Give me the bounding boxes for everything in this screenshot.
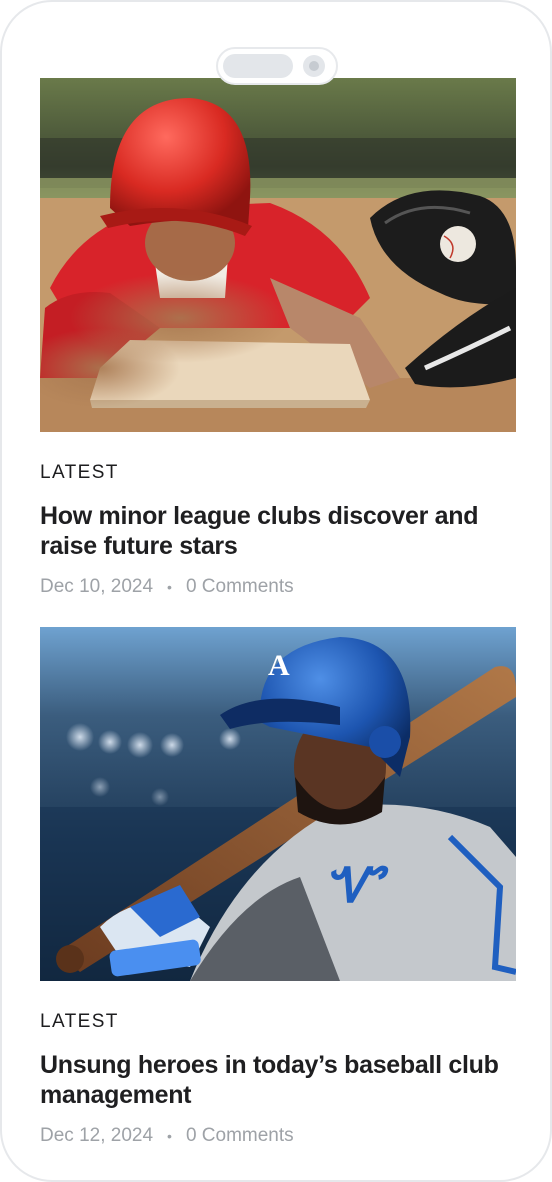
helmet-logo: A	[268, 649, 290, 682]
article-comments-link[interactable]: 0 Comments	[186, 576, 294, 598]
article-card[interactable]: Ꮙ A LATEST Unsung heroes in today’s base…	[40, 627, 516, 1148]
meta-separator: •	[167, 579, 172, 595]
article-meta: Dec 12, 2024 • 0 Comments	[40, 1124, 516, 1148]
dynamic-island	[216, 47, 338, 85]
meta-separator: •	[167, 1128, 172, 1144]
article-comments-link[interactable]: 0 Comments	[186, 1125, 294, 1147]
article-title[interactable]: Unsung heroes in today’s baseball club m…	[40, 1050, 510, 1110]
article-category: LATEST	[40, 462, 119, 483]
article-date: Dec 10, 2024	[40, 576, 154, 597]
camera-icon	[303, 55, 325, 77]
island-pill	[223, 54, 293, 78]
jersey-logo: Ꮙ	[325, 860, 389, 913]
article-image[interactable]: Ꮙ A	[40, 627, 516, 981]
article-image[interactable]	[40, 78, 516, 432]
article-date: Dec 12, 2024	[40, 1125, 154, 1146]
phone-frame: LATEST How minor league clubs discover a…	[0, 0, 552, 1182]
article-meta: Dec 10, 2024 • 0 Comments	[40, 575, 516, 599]
article-card[interactable]: LATEST How minor league clubs discover a…	[40, 78, 516, 599]
article-title[interactable]: How minor league clubs discover and rais…	[40, 501, 510, 561]
article-category: LATEST	[40, 1011, 119, 1032]
